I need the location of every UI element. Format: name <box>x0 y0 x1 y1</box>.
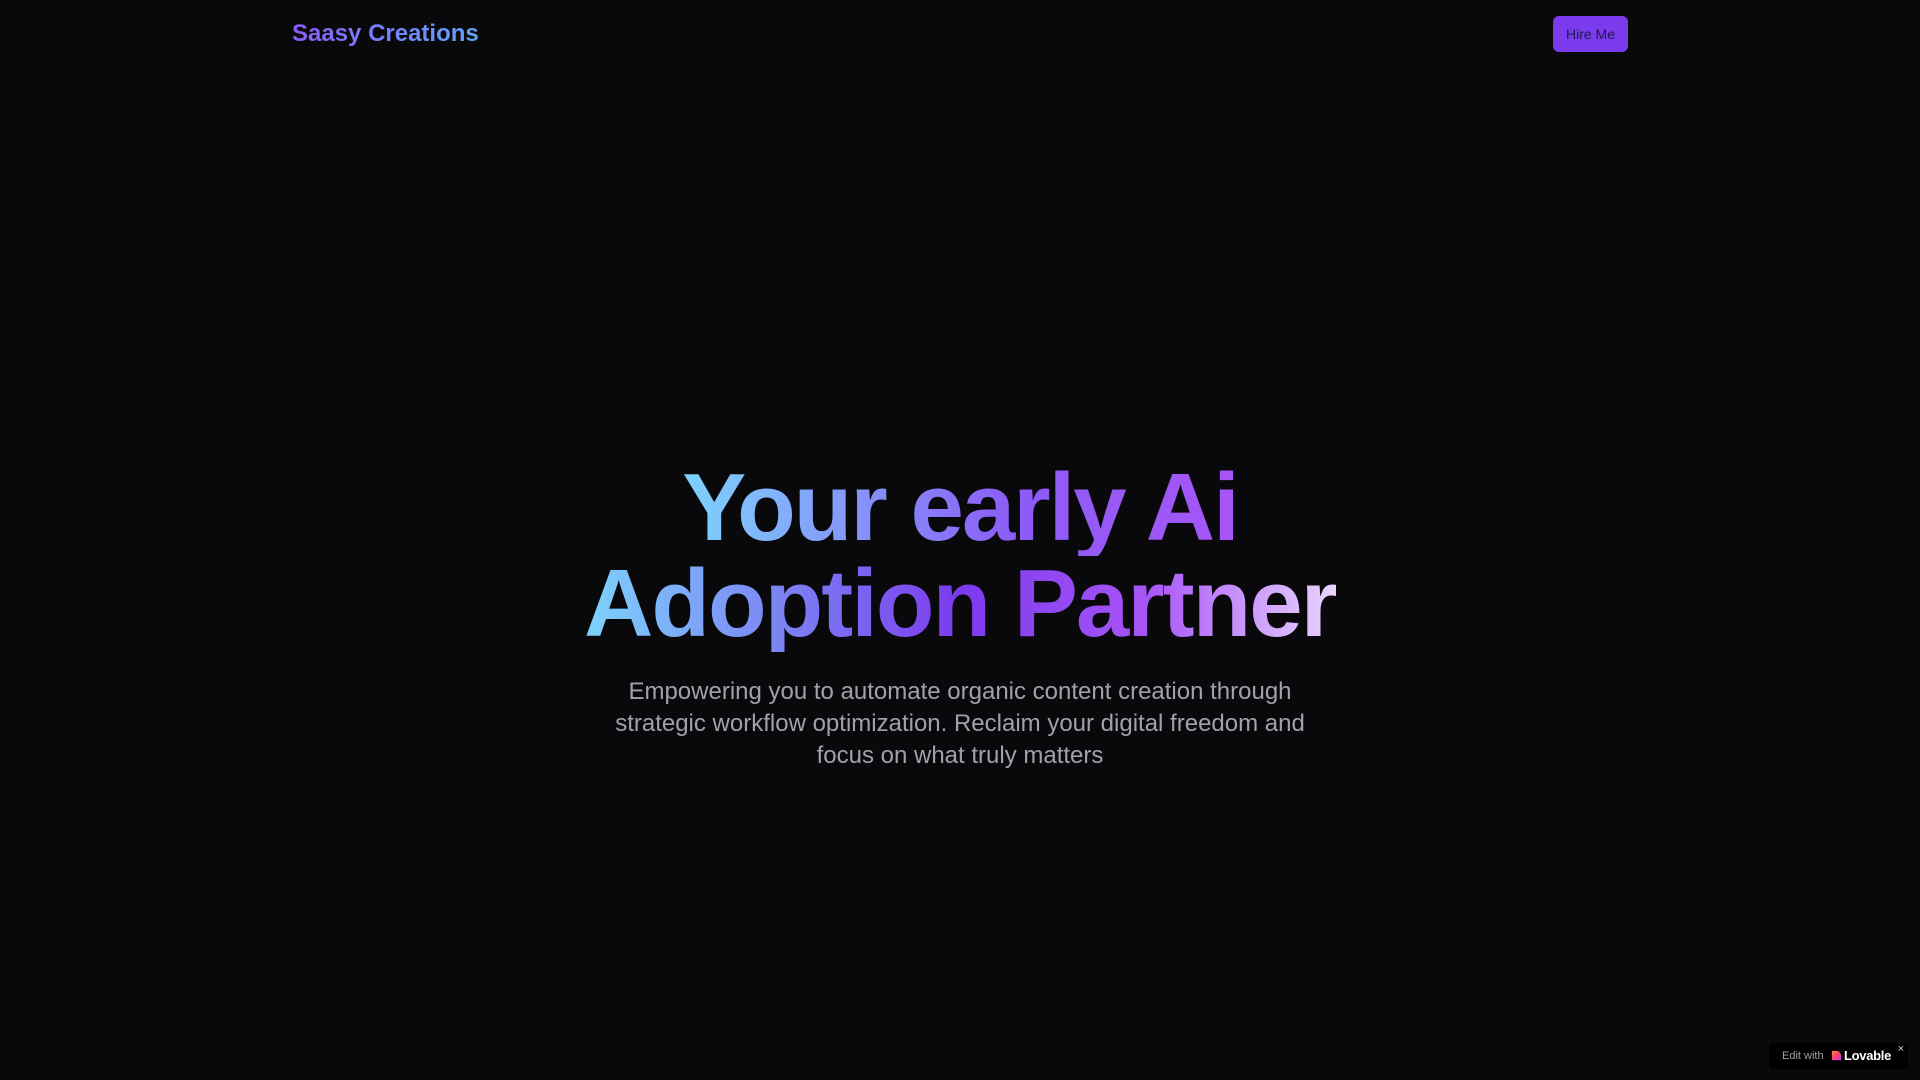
badge-edit-text: Edit with <box>1782 1050 1824 1062</box>
edit-with-lovable-badge[interactable]: Edit with Lovable <box>1769 1043 1908 1069</box>
hero-subtitle: Empowering you to automate organic conte… <box>615 678 1305 769</box>
hero-title-line-1-wrap: Your early Ai <box>0 460 1920 556</box>
badge-brand-text: Lovable <box>1844 1048 1892 1063</box>
page: Saasy Creations Hire Me Your early Ai Ad… <box>0 0 1920 1080</box>
hero-title-line-2-wrap: Adoption Partner <box>0 556 1920 652</box>
hero-section: Your early Ai Adoption Partner Empowerin… <box>0 460 1920 772</box>
hero-title: Your early Ai Adoption Partner <box>0 460 1920 652</box>
hero-title-line-2: Adoption Partner <box>584 550 1338 657</box>
navbar: Saasy Creations Hire Me <box>0 0 1920 68</box>
badge-close-icon[interactable]: × <box>1895 1043 1907 1055</box>
hire-me-button[interactable]: Hire Me <box>1553 16 1628 52</box>
lovable-heart-icon <box>1831 1050 1842 1061</box>
hero-title-line-1: Your early Ai <box>682 454 1240 561</box>
brand-logo[interactable]: Saasy Creations <box>292 17 479 51</box>
